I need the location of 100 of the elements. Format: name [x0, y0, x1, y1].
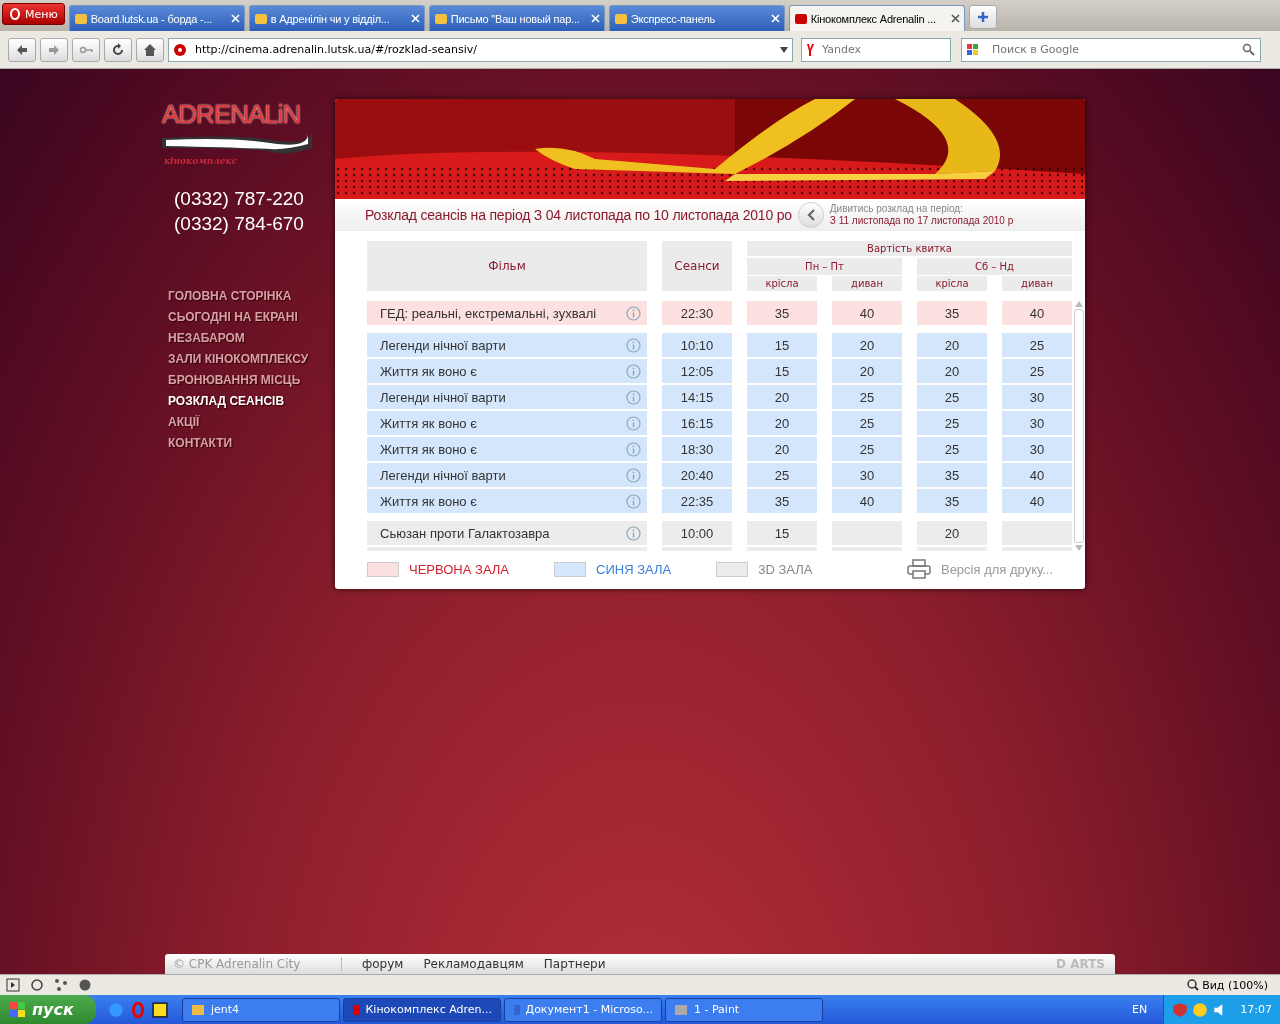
taskbar-button[interactable]: 1 - Paint: [665, 997, 823, 1022]
speed-dial-icon[interactable]: [78, 978, 92, 992]
column-header: Вартість квитка: [747, 241, 1072, 256]
start-button[interactable]: пуск: [0, 995, 96, 1024]
film-cell[interactable]: Легенди нічної варти: [367, 333, 647, 357]
sync-icon[interactable]: [30, 978, 44, 992]
address-field[interactable]: http://cinema.adrenalin.lutsk.ua/#/rozklad-seansiv/: [168, 37, 793, 62]
taskbar-button[interactable]: jent4: [182, 997, 340, 1022]
chevron-left-icon: [806, 209, 815, 221]
dropdown-icon[interactable]: [780, 46, 788, 53]
footer-link[interactable]: форум: [362, 957, 404, 971]
zoom-button[interactable]: Вид (100%): [1181, 977, 1274, 993]
column-header: Фільм: [367, 241, 647, 291]
film-title[interactable]: Сьюзан проти Галактозавра: [380, 525, 550, 541]
price-cell: 25: [917, 411, 987, 435]
tab-icon: [793, 11, 808, 26]
back-button[interactable]: [8, 37, 36, 62]
menu-button[interactable]: Меню: [2, 3, 65, 25]
price-cell: 35: [747, 301, 817, 325]
search-input[interactable]: Поиск в Google: [990, 42, 1236, 57]
film-cell[interactable]: Легенди нічної варти: [367, 385, 647, 409]
tab-icon: [253, 11, 268, 26]
browser-tab[interactable]: Письмо "Ваш новый пар...: [428, 5, 605, 31]
app-icon[interactable]: [152, 1001, 168, 1018]
nav-link[interactable]: НЕЗАБАРОМ: [168, 328, 245, 349]
forward-arrow-icon[interactable]: [47, 42, 61, 57]
film-cell[interactable]: Життя як воно є: [367, 437, 647, 461]
film-title[interactable]: Легенди нічної варти: [380, 389, 506, 405]
nav-link[interactable]: РОЗКЛАД СЕАНСІВ: [168, 391, 285, 412]
previous-button[interactable]: [797, 202, 824, 228]
panel-toggle-icon[interactable]: [6, 978, 20, 992]
browser-tab[interactable]: Board.lutsk.ua - борда -...: [68, 5, 245, 31]
footer-link[interactable]: Партнери: [543, 957, 606, 971]
logo-text: ADRENALiN: [162, 99, 301, 130]
price-cell: 20: [917, 359, 987, 383]
time-cell: 18:30: [662, 437, 732, 461]
price-cell: 35: [747, 489, 817, 513]
film-cell[interactable]: Легенди нічної варти: [367, 463, 647, 487]
home-button[interactable]: [136, 37, 164, 62]
search-field[interactable]: Поиск в Google: [961, 37, 1261, 62]
time-cell: 14:15: [662, 385, 732, 409]
film-cell[interactable]: ГЕД: реальні, екстремальні, зухвалі: [367, 301, 647, 325]
film-reel-icon: [173, 42, 187, 57]
search-field[interactable]: Yandex: [801, 37, 951, 62]
search-input[interactable]: Yandex: [820, 42, 946, 57]
time-cell: 12:05: [662, 359, 732, 383]
film-cell[interactable]: Життя як воно є: [367, 411, 647, 435]
film-cell[interactable]: Сьюзан проти Галактозавра: [367, 521, 647, 545]
period-link[interactable]: З 11 листопада по 17 листопада 2010 р: [829, 215, 1014, 227]
phone-number: (0332) 784-670: [174, 212, 305, 236]
taskbar-button[interactable]: Кінокомплекс Adren...: [343, 997, 501, 1022]
film-title[interactable]: Життя як воно є: [380, 441, 477, 457]
taskbar-button[interactable]: Документ1 - Microso...: [504, 997, 662, 1022]
nav-link[interactable]: КОНТАКТИ: [168, 433, 233, 454]
time-cell: 22:30: [662, 301, 732, 325]
film-title[interactable]: Життя як воно є: [380, 493, 477, 509]
nav-link[interactable]: ЗАЛИ КІНОКОМПЛЕКСУ: [168, 349, 309, 370]
film-title[interactable]: Легенди нічної варти: [380, 467, 506, 483]
film-title[interactable]: Легенди нічної варти: [380, 337, 506, 353]
film-title[interactable]: Життя як воно є: [380, 363, 477, 379]
logo-subtitle: кінокомплекс: [164, 156, 238, 166]
nav-link[interactable]: ГОЛОВНА СТОРІНКА: [168, 286, 292, 307]
film-cell[interactable]: Життя як воно є: [367, 489, 647, 513]
price-cell: 20: [917, 521, 987, 545]
browser-tab[interactable]: Экспресс-панель: [608, 5, 785, 31]
home-icon[interactable]: [143, 42, 157, 57]
nav-link[interactable]: АКЦІЇ: [168, 412, 200, 433]
browser-tab[interactable]: Кінокомплекс Adrenalin ...: [788, 5, 965, 31]
time-cell: 22:35: [662, 489, 732, 513]
column-header: диван: [1002, 276, 1072, 291]
plus-icon[interactable]: [975, 10, 990, 24]
reload-icon[interactable]: [111, 42, 125, 57]
footer-link[interactable]: Рекламодавцям: [423, 957, 524, 971]
price-cell: 40: [1002, 489, 1072, 513]
opera-logo-icon: [9, 8, 21, 20]
address-input[interactable]: http://cinema.adrenalin.lutsk.ua/#/rozklad-seansiv/: [193, 42, 774, 57]
copyright-text: © CPK Adrenalin City: [165, 957, 342, 971]
nav-link[interactable]: СЬОГОДНІ НА ЕКРАНІ: [168, 307, 298, 328]
column-header: Сб – Нд: [917, 258, 1072, 275]
price-cell: 40: [1002, 301, 1072, 325]
film-title[interactable]: ГЕД: реальні, екстремальні, зухвалі: [380, 305, 597, 321]
price-cell: 40: [832, 301, 902, 325]
column-header: Сеанси: [662, 241, 732, 291]
language-indicator[interactable]: EN: [1132, 1003, 1148, 1016]
price-cell: 25: [832, 385, 902, 409]
nav-link[interactable]: БРОНЮВАННЯ МІСЦЬ: [168, 370, 301, 391]
search-icon[interactable]: [1242, 42, 1256, 57]
legend-label: СИНЯ ЗАЛА: [596, 561, 672, 577]
close-icon[interactable]: [950, 14, 960, 23]
film-cell[interactable]: Життя як воно є: [367, 359, 647, 383]
reload-button[interactable]: [104, 37, 132, 62]
price-cell: 25: [917, 437, 987, 461]
film-title[interactable]: Життя як воно є: [380, 415, 477, 431]
app-icon: [674, 1002, 688, 1017]
legend-label: ЧЕРВОНА ЗАЛА: [409, 561, 510, 577]
network-icon[interactable]: [54, 978, 68, 992]
new-tab-button[interactable]: [968, 5, 997, 29]
film-strip-icon: [162, 130, 312, 156]
browser-tab[interactable]: в Адренілін чи у відділ...: [248, 5, 425, 31]
brand-text: D ARTS: [1056, 957, 1105, 971]
